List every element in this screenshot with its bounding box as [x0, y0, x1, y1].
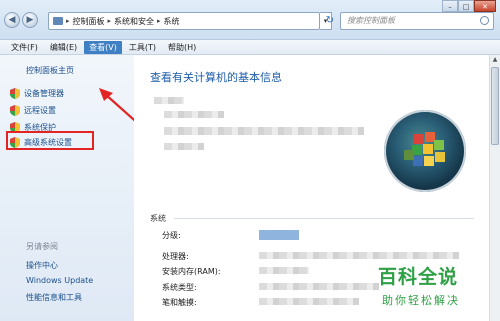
- control-panel-icon: [53, 17, 63, 25]
- menu-file[interactable]: 文件(F): [6, 41, 43, 54]
- scroll-up-icon[interactable]: ▲: [490, 55, 500, 65]
- menu-help[interactable]: 帮助(H): [163, 41, 201, 54]
- pen-touch-label: 笔和触摸:: [162, 298, 197, 307]
- menu-view[interactable]: 查看(V): [84, 40, 122, 54]
- highlight-annotation-box: [6, 131, 94, 150]
- refresh-button[interactable]: ↻: [322, 12, 338, 30]
- breadcrumb-separator[interactable]: ▸: [157, 17, 161, 25]
- window-controls: – □ ✕: [442, 0, 496, 12]
- obscured-value: [259, 252, 459, 259]
- shield-icon: [10, 105, 20, 116]
- see-also-performance-info[interactable]: 性能信息和工具: [26, 292, 82, 303]
- see-also-action-center[interactable]: 操作中心: [26, 260, 58, 271]
- breadcrumb-system-security[interactable]: 系统和安全: [114, 16, 154, 27]
- breadcrumb-control-panel[interactable]: 控制面板: [73, 16, 105, 27]
- obscured-text: [164, 111, 224, 118]
- menu-tools[interactable]: 工具(T): [124, 41, 161, 54]
- obscured-text: [164, 127, 364, 135]
- obscured-value: [259, 230, 299, 240]
- forward-button[interactable]: ▶: [22, 12, 38, 28]
- section-divider: [174, 218, 474, 219]
- page-title: 查看有关计算机的基本信息: [150, 71, 282, 84]
- system-section-heading: 系统: [150, 214, 166, 223]
- see-also-heading: 另请参阅: [26, 242, 58, 251]
- control-panel-home-link[interactable]: 控制面板主页: [26, 65, 74, 76]
- maximize-button[interactable]: □: [458, 0, 474, 12]
- forward-arrow-icon: ▶: [26, 15, 34, 25]
- breadcrumb-separator[interactable]: ▸: [66, 17, 70, 25]
- obscured-text: [154, 97, 184, 104]
- back-arrow-icon: ◀: [8, 15, 16, 25]
- obscured-value: [259, 298, 359, 305]
- windows-logo-icon: [384, 110, 466, 192]
- processor-label: 处理器:: [162, 252, 189, 261]
- task-label: 设备管理器: [24, 89, 64, 98]
- obscured-value: [259, 267, 309, 274]
- task-remote-settings[interactable]: 远程设置: [10, 105, 56, 116]
- scrollbar-thumb[interactable]: [491, 67, 499, 145]
- see-also-windows-update[interactable]: Windows Update: [26, 276, 93, 285]
- watermark: 百科全说 助你轻松解决: [378, 262, 496, 317]
- task-label: 远程设置: [24, 106, 56, 115]
- system-type-label: 系统类型:: [162, 283, 197, 292]
- address-bar[interactable]: ▸ 控制面板 ▸ 系统和安全 ▸ 系统: [48, 12, 320, 30]
- back-button[interactable]: ◀: [4, 12, 20, 28]
- obscured-value: [259, 283, 379, 290]
- search-placeholder: 搜索控制面板: [347, 16, 395, 25]
- watermark-title: 百科全说: [378, 266, 459, 288]
- obscured-text: [164, 143, 204, 150]
- task-device-manager[interactable]: 设备管理器: [10, 88, 64, 99]
- window-chrome: – □ ✕ ◀ ▶ ▸ 控制面板 ▸ 系统和安全 ▸ 系统 ▾ ↻ 搜索控制面板: [0, 0, 500, 40]
- menu-bar: 文件(F) 编辑(E) 查看(V) 工具(T) 帮助(H): [0, 40, 500, 55]
- close-button[interactable]: ✕: [474, 0, 496, 12]
- breadcrumb-system[interactable]: 系统: [164, 16, 180, 27]
- watermark-subtitle: 助你轻松解决: [382, 294, 460, 307]
- shield-icon: [10, 88, 20, 99]
- refresh-icon: ↻: [325, 15, 335, 26]
- menu-edit[interactable]: 编辑(E): [45, 41, 82, 54]
- minimize-button[interactable]: –: [442, 0, 458, 12]
- search-input[interactable]: 搜索控制面板: [340, 12, 494, 30]
- search-icon: [480, 16, 489, 25]
- breadcrumb-separator[interactable]: ▸: [108, 17, 112, 25]
- ram-label: 安装内存(RAM):: [162, 267, 221, 276]
- rating-label: 分级:: [162, 231, 181, 240]
